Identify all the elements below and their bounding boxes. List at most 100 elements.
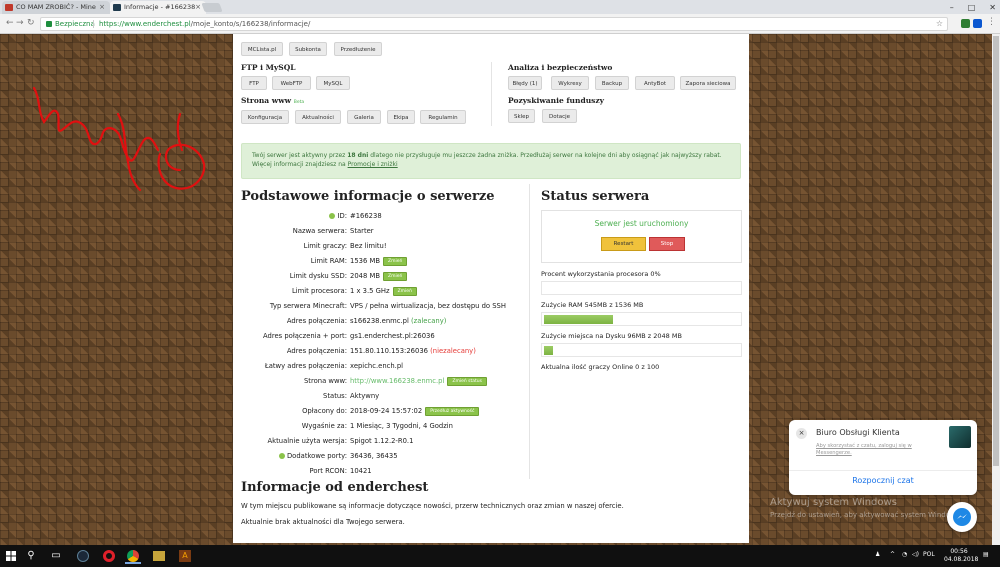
promocje-link[interactable]: Promocje i zniżki xyxy=(348,161,398,168)
close-tab-icon[interactable]: × xyxy=(99,1,105,14)
task-view-icon[interactable]: ▭ xyxy=(48,548,64,564)
info-row-version: Aktualnie użyta wersja: Spigot 1.12.2-R0.… xyxy=(267,437,414,445)
volume-icon[interactable]: ◁) xyxy=(912,551,919,558)
chrome-icon[interactable] xyxy=(125,548,141,564)
mysql-button[interactable]: MySQL xyxy=(316,76,350,90)
cpu-usage-bar xyxy=(541,281,742,295)
stop-button[interactable]: Stop xyxy=(649,237,685,251)
messenger-icon[interactable] xyxy=(947,502,977,532)
info-row-players: Limit graczy: Bez limitu! xyxy=(303,242,387,250)
tray-expand-icon[interactable]: ^ xyxy=(890,551,895,558)
tab-informacje[interactable]: Informacje - #166238 × xyxy=(110,1,206,14)
network-icon[interactable]: ◔ xyxy=(902,551,907,558)
close-tab-icon[interactable]: × xyxy=(195,1,201,14)
change-cpu-button[interactable]: Zmień xyxy=(392,287,417,296)
server-running-text: Serwer jest uruchomiony xyxy=(594,219,689,228)
news-empty-text: Aktualnie brak aktualności dla Twojego s… xyxy=(241,518,405,526)
opera-icon[interactable] xyxy=(101,548,117,564)
webftp-button[interactable]: WebFTP xyxy=(272,76,311,90)
backup-button[interactable]: Backup xyxy=(595,76,629,90)
app-icon[interactable]: A xyxy=(177,548,193,564)
reload-icon[interactable]: ↻ xyxy=(27,18,35,28)
players-online-label: Aktualna ilość graczy Online 0 z 100 xyxy=(541,363,660,371)
close-window-icon[interactable]: ✕ xyxy=(989,3,996,12)
extension-icon[interactable] xyxy=(973,19,982,28)
page-scrollbar[interactable] xyxy=(992,34,1000,545)
windows-taskbar: ⚲ ▭ A ♟ ^ ◔ ◁) POL 00:56 04.08.2018 ▤ xyxy=(0,545,1000,567)
subkonta-button[interactable]: Subkonta xyxy=(289,42,327,56)
przedluzenie-button[interactable]: Przedłużenie xyxy=(334,42,382,56)
sklep-button[interactable]: Sklep xyxy=(508,109,535,123)
info-row-easy-address: Łatwy adres połączenia: xepichc.ench.pl xyxy=(264,362,404,370)
disk-usage-fill xyxy=(544,346,553,355)
info-row-ram: Limit RAM: 1536 MB Zmień xyxy=(233,254,533,269)
windows-activation-text: Przejdź do ustawień, aby aktywować syste… xyxy=(770,511,962,519)
change-disk-button[interactable]: Zmień xyxy=(383,272,408,281)
beta-badge: Beta xyxy=(293,100,305,105)
chat-login-link[interactable]: Aby skorzystać z czatu, zaloguj się w Me… xyxy=(816,443,934,457)
galeria-button[interactable]: Galeria xyxy=(347,110,381,124)
www-link[interactable]: http://www.166238.enmc.pl xyxy=(350,377,444,385)
info-row-rcon: Port RCON: 10421 xyxy=(309,467,372,475)
forward-icon[interactable]: → xyxy=(16,18,24,28)
news-title: Informacje od enderchest xyxy=(241,480,429,495)
zapora-button[interactable]: Zapora sieciowa xyxy=(680,76,736,90)
notifications-icon[interactable]: ▤ xyxy=(983,551,989,558)
disk-usage-label: Zużycie miejsca na Dysku 96MB z 2048 MB xyxy=(541,332,682,340)
menu-icon[interactable]: ⋮ xyxy=(987,17,996,27)
start-chat-button[interactable]: Rozpocznij czat xyxy=(789,476,977,485)
aktualnosci-button[interactable]: Aktualności xyxy=(295,110,341,124)
ftp-section-title: FTP i MySQL xyxy=(241,63,296,72)
ftp-button[interactable]: FTP xyxy=(241,76,267,90)
cpu-usage-label: Procent wykorzystania procesora 0% xyxy=(541,270,661,278)
url-input[interactable]: Bezpieczna https://www.enderchest.pl/moj… xyxy=(40,17,948,31)
address-bar-row: ← → ↻ Bezpieczna https://www.enderchest.… xyxy=(0,14,1000,34)
change-www-status-button[interactable]: Zmień status xyxy=(447,377,487,386)
tab-forum[interactable]: CO MAM ZROBIĆ? - Mine × xyxy=(2,1,110,14)
dotacje-button[interactable]: Dotacje xyxy=(542,109,577,123)
lock-icon xyxy=(46,21,52,27)
forum-favicon-icon xyxy=(5,4,13,11)
back-icon[interactable]: ← xyxy=(6,18,14,28)
people-icon[interactable]: ♟ xyxy=(875,551,880,558)
info-row-expires: Wygaśnie za: 1 Miesiąc, 3 Tygodni, 4 Godz… xyxy=(301,422,453,430)
close-icon[interactable]: × xyxy=(796,428,807,439)
server-status-title: Status serwera xyxy=(541,189,650,204)
change-ram-button[interactable]: Zmień xyxy=(383,257,408,266)
info-row-disk: Limit dysku SSD: 2048 MB Zmień xyxy=(233,269,533,284)
antybot-button[interactable]: AntyBot xyxy=(635,76,675,90)
bledy-button[interactable]: Błędy (1) xyxy=(508,76,542,90)
minimize-icon[interactable]: – xyxy=(950,3,954,12)
news-text: W tym miejscu publikowane są informacje … xyxy=(241,502,624,510)
windows-start-icon[interactable] xyxy=(3,548,19,564)
wykresy-button[interactable]: Wykresy xyxy=(551,76,589,90)
messenger-chat-widget: × Biuro Obsługi Klienta Aby skorzystać z… xyxy=(789,420,977,495)
windows-activation-title: Aktywuj system Windows xyxy=(770,497,897,508)
enderchest-favicon-icon xyxy=(113,4,121,11)
extension-icon[interactable] xyxy=(961,19,970,28)
mclista-button[interactable]: MCLista.pl xyxy=(241,42,283,56)
extend-activity-button[interactable]: Przedłuż aktywność xyxy=(425,407,480,416)
taskbar-clock[interactable]: 00:56 04.08.2018 xyxy=(944,548,978,564)
input-language[interactable]: POL xyxy=(923,551,935,558)
new-tab-button[interactable] xyxy=(201,3,223,12)
funding-section-title: Pozyskiwanie funduszy xyxy=(508,96,604,105)
avatar xyxy=(949,426,971,448)
winrar-icon[interactable] xyxy=(151,548,167,564)
regulamin-button[interactable]: Regulamin xyxy=(420,110,466,124)
maximize-icon[interactable]: □ xyxy=(968,3,976,12)
steam-icon[interactable] xyxy=(75,548,91,564)
url-text: https://www.enderchest.pl/moje_konto/s/1… xyxy=(99,20,311,28)
tab-title: CO MAM ZROBIĆ? - Mine xyxy=(16,3,96,11)
info-row-ip: Adres połączenia: 151.80.110.153:26036 (n… xyxy=(286,347,476,355)
secure-label: Bezpieczna xyxy=(55,20,95,28)
search-icon[interactable]: ⚲ xyxy=(23,548,39,564)
status-dot-icon xyxy=(329,213,336,219)
restart-button[interactable]: Restart xyxy=(601,237,646,251)
info-row-paid-until: Opłacony do: 2018-09-24 15:57:02 Przedłuż … xyxy=(233,404,533,419)
www-section-title: Strona www Beta xyxy=(241,96,305,105)
ekipa-button[interactable]: Ekipa xyxy=(387,110,415,124)
konfiguracja-button[interactable]: Konfiguracja xyxy=(241,110,289,124)
bookmark-star-icon[interactable]: ☆ xyxy=(936,18,943,30)
info-row-type: Typ serwera Minecraft: VPS / pełna wirtua… xyxy=(269,302,506,310)
